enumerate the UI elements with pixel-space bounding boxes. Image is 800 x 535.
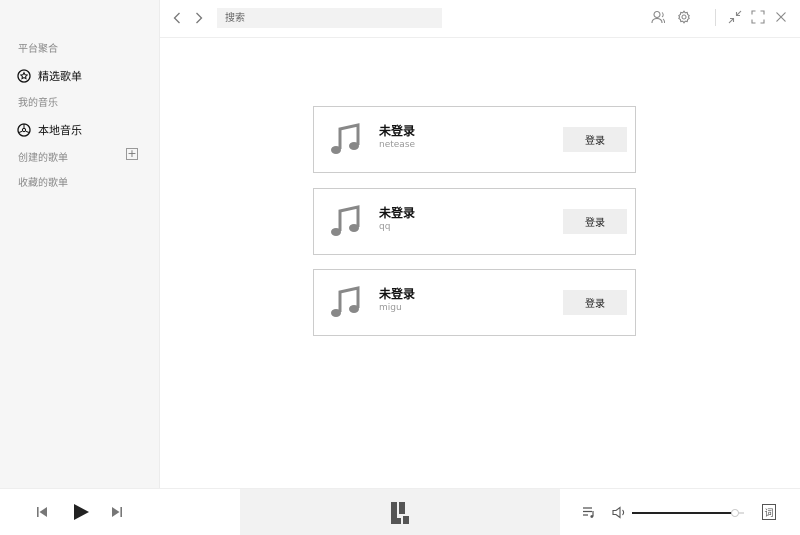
add-playlist-button[interactable]: + — [126, 148, 138, 160]
account-card-netease: 未登录 netease 登录 — [313, 106, 636, 173]
music-note-icon — [331, 123, 360, 154]
chevron-right-icon — [196, 12, 203, 24]
now-playing-cover[interactable] — [240, 489, 560, 535]
sidebar: 平台聚合 精选歌单 我的音乐 本地音乐 创建的歌单 + 收藏的歌单 — [0, 0, 160, 488]
sidebar-item-featured-label: 精选歌单 — [38, 70, 82, 83]
user-button[interactable] — [651, 10, 665, 24]
player-bar: 词 — [0, 488, 800, 535]
account-platform: netease — [379, 140, 416, 150]
account-status: 未登录 — [379, 206, 416, 220]
header — [160, 0, 800, 38]
expand-icon — [751, 10, 765, 24]
sidebar-item-featured[interactable]: 精选歌单 — [17, 68, 82, 84]
login-button-netease[interactable]: 登录 — [563, 127, 627, 152]
sidebar-item-local-label: 本地音乐 — [38, 124, 82, 137]
fullscreen-button[interactable] — [751, 10, 765, 24]
account-card-qq: 未登录 qq 登录 — [313, 188, 636, 255]
star-circle-icon — [17, 69, 31, 83]
play-icon — [74, 504, 89, 520]
login-button-qq[interactable]: 登录 — [563, 209, 627, 234]
account-platform: migu — [379, 303, 402, 313]
skip-forward-icon — [112, 507, 122, 517]
close-icon — [776, 12, 786, 22]
minimize-button[interactable] — [728, 10, 742, 24]
back-button[interactable] — [170, 10, 184, 26]
speaker-icon — [611, 505, 624, 519]
section-platform: 平台聚合 — [18, 44, 58, 55]
music-note-icon — [331, 205, 360, 236]
section-created-playlists: 创建的歌单 — [18, 153, 68, 164]
playlist-button[interactable] — [582, 505, 596, 519]
forward-button[interactable] — [192, 10, 206, 26]
app-logo-icon — [391, 502, 409, 524]
lyrics-button[interactable]: 词 — [762, 504, 776, 520]
skip-back-icon — [37, 507, 47, 517]
music-note-icon — [331, 286, 360, 317]
account-card-migu: 未登录 migu 登录 — [313, 269, 636, 336]
chevron-left-icon — [173, 12, 180, 24]
close-button[interactable] — [774, 10, 788, 24]
header-divider — [715, 9, 716, 26]
section-collected-playlists: 收藏的歌单 — [18, 178, 68, 189]
account-platform: qq — [379, 222, 391, 232]
volume-slider-knob[interactable] — [731, 509, 740, 517]
settings-button[interactable] — [677, 10, 691, 24]
volume-slider-fill — [632, 512, 736, 514]
section-my-music: 我的音乐 — [18, 98, 58, 109]
volume-slider[interactable] — [632, 509, 744, 517]
search-input[interactable] — [217, 8, 442, 28]
playlist-icon — [583, 507, 594, 518]
login-button-migu[interactable]: 登录 — [563, 290, 627, 315]
play-button[interactable] — [71, 502, 91, 522]
sidebar-item-local[interactable]: 本地音乐 — [17, 122, 82, 138]
disc-icon — [17, 123, 31, 137]
shrink-icon — [728, 10, 742, 24]
account-status: 未登录 — [379, 287, 416, 301]
next-track-button[interactable] — [110, 505, 124, 519]
user-icon — [651, 10, 665, 24]
gear-icon — [678, 10, 690, 24]
volume-button[interactable] — [611, 505, 627, 519]
previous-track-button[interactable] — [35, 505, 49, 519]
account-status: 未登录 — [379, 124, 416, 138]
